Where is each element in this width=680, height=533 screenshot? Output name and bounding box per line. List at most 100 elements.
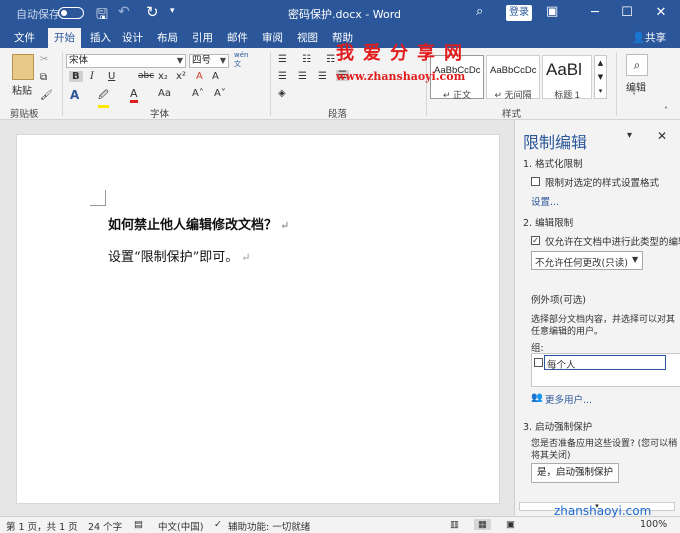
customize-qat-icon[interactable]: ▾ [170,6,175,16]
style-name: ↵ 无间隔 [494,90,532,100]
align-left-icon[interactable]: ☰ [278,71,287,82]
users-icon: 👥 [531,392,543,403]
exceptions-desc-2: 任意编辑的用户。 [531,327,604,337]
close-button[interactable]: ✕ [646,0,676,26]
multilevel-list-icon[interactable]: ☶ [326,54,335,65]
edit-restriction-checkbox[interactable]: ✓ [531,236,540,245]
autosave-label: 自动保存 [16,8,60,21]
style-sample: AaBbCcDc [490,65,537,76]
more-users-link[interactable]: 更多用户... [545,392,592,406]
proofing-icon[interactable]: ▤ [134,519,143,530]
tab-design[interactable]: 设计 [122,30,143,45]
superscript-button[interactable]: x² [176,71,186,82]
bullets-icon[interactable]: ☰ [278,54,287,65]
clipboard-group-label: 剪贴板 [10,109,39,120]
close-icon[interactable]: ✕ [657,129,667,143]
tab-references[interactable]: 引用 [192,30,213,45]
group-label: 组: [531,343,544,354]
maximize-button[interactable]: ☐ [612,0,642,26]
section1-title: 1. 格式化限制 [523,159,583,170]
word-count[interactable]: 24 个字 [88,519,122,533]
paste-icon[interactable] [12,54,34,80]
divider [62,52,63,116]
bold-button[interactable]: B [69,71,83,82]
style-name: 标题 1 [554,90,580,100]
pane-options-icon[interactable]: ▾ [627,130,632,141]
style-sample: AaBl [546,60,582,79]
print-layout-icon[interactable]: ▦ [474,519,491,530]
minimize-button[interactable]: ─ [580,0,610,26]
styles-group-label: 样式 [502,109,522,120]
font-group-label: 字体 [150,109,170,120]
clear-format-button[interactable]: A [196,71,203,82]
share-button[interactable]: 👤共享 [632,30,666,45]
divider [616,52,617,116]
highlight-icon[interactable]: 🖉 [98,88,109,108]
align-right-icon[interactable]: ☰ [318,71,327,82]
tab-file[interactable]: 文件 [14,30,35,45]
font-size-select[interactable]: 四号 ▼ [189,54,229,68]
tab-review[interactable]: 审阅 [262,30,283,45]
undo-icon[interactable]: ↶ [118,4,130,20]
document-line-2[interactable]: 设置“限制保护”即可。 ↵ [108,246,251,265]
autosave-toggle[interactable] [58,7,84,19]
grow-font-button[interactable]: A˄ [192,88,204,99]
subscript-button[interactable]: x₂ [158,71,168,82]
shrink-font-button[interactable]: A˅ [214,88,226,99]
italic-button[interactable]: I [90,71,94,82]
enforce-protection-button[interactable]: 是，启动强制保护 [531,463,619,483]
save-icon[interactable]: 🖫 [96,4,108,28]
tab-insert[interactable]: 插入 [90,30,111,45]
align-center-icon[interactable]: ☰ [298,71,307,82]
numbering-icon[interactable]: ☷ [302,54,311,65]
accessibility-icon: ✓ [214,519,222,530]
font-size-value: 四号 [192,55,212,66]
login-button[interactable]: 登录 [506,5,532,21]
page-count[interactable]: 第 1 页，共 1 页 [6,519,78,533]
copy-icon[interactable]: ⧉ [40,72,47,83]
format-restriction-checkbox[interactable] [531,177,540,186]
tab-layout[interactable]: 布局 [157,30,178,45]
tab-view[interactable]: 视图 [297,30,318,45]
zoom-level[interactable]: 100% [640,519,667,530]
underline-button[interactable]: U [108,71,115,82]
everyone-checkbox[interactable] [534,358,543,367]
ribbon-display-icon[interactable]: ▣ [546,4,558,19]
tab-home[interactable]: 开始 [48,28,81,48]
char-border-button[interactable]: A [212,71,219,82]
document-page[interactable] [16,134,500,504]
read-mode-icon[interactable]: ▥ [450,519,459,530]
change-case-button[interactable]: Aa [158,88,171,99]
accessibility-status[interactable]: 辅助功能: 一切就绪 [228,519,310,533]
style-name: ↵ 正文 [442,90,472,100]
font-name-select[interactable]: 宋体 ▼ [66,54,186,68]
styles-scroll[interactable]: ▲ ▼ ▾ [594,55,607,99]
language[interactable]: 中文(中国) [158,519,203,533]
editing-button[interactable]: 编辑 [626,79,646,94]
cut-icon[interactable]: ✂ [40,54,48,65]
style-no-spacing[interactable]: AaBbCcDc ↵ 无间隔 [486,55,540,100]
paste-button[interactable]: 粘贴 [12,82,32,97]
font-color-icon[interactable]: A [130,87,138,103]
person-icon: 👤 [632,32,646,44]
edit-type-select[interactable]: 不允许任何更改(只读) ▼ [531,251,643,270]
group-list[interactable]: 每个人 [531,353,680,387]
web-layout-icon[interactable]: ▣ [506,519,515,530]
style-heading-1[interactable]: AaBl 标题 1 [542,55,592,100]
find-icon[interactable]: ⌕ [626,54,648,76]
everyone-label: 每个人 [547,360,576,371]
paragraph-mark: ↵ [280,219,290,232]
settings-link[interactable]: 设置... [531,194,559,208]
phonetic-guide-icon[interactable]: wén 文 [234,51,248,69]
format-painter-icon[interactable]: 🖌 [40,90,53,101]
redo-icon[interactable]: ↻ [146,3,159,21]
tab-mailings[interactable]: 邮件 [227,30,248,45]
collapse-ribbon-icon[interactable]: ˄ [664,106,668,115]
search-icon[interactable]: ⌕ [476,4,483,19]
everyone-item[interactable]: 每个人 [544,355,666,371]
strikethrough-button[interactable]: abc [138,71,154,81]
shading-icon[interactable]: ◈ [278,88,286,99]
text-effects-icon[interactable]: A [70,88,79,102]
paragraph-group-label: 段落 [328,109,348,120]
document-line-1[interactable]: 如何禁止他人编辑修改文档？ ↵ [108,214,289,233]
